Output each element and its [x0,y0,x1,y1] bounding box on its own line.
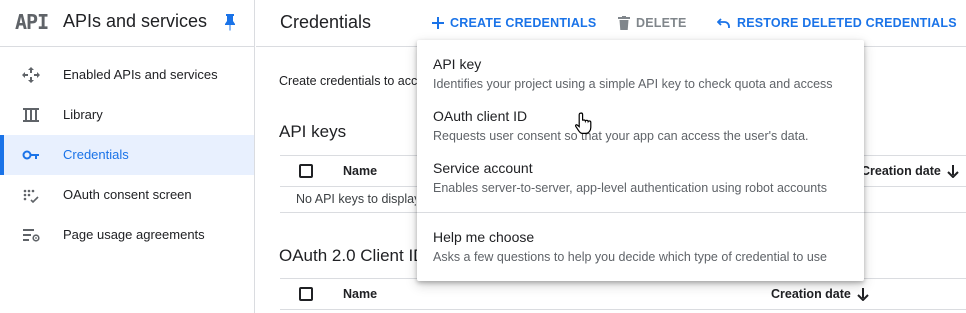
intro-text: Create credentials to access your enable… [279,74,419,88]
enabled-apis-icon [22,67,40,83]
settings-list-icon [23,229,40,242]
oauth-clients-title: OAuth 2.0 Client IDs [279,246,429,265]
library-icon [23,108,39,122]
sidebar-item-library[interactable]: Library [0,95,254,135]
sidebar-divider [0,46,254,47]
arrow-down-icon [947,164,959,178]
sidebar-item-label: Enabled APIs and services [63,67,218,82]
sidebar-title: APIs and services [63,11,208,31]
sidebar-item-oauth-consent[interactable]: OAuth consent screen [0,175,254,215]
api-logo: API [15,10,49,34]
select-all-checkbox[interactable] [299,164,313,178]
sidebar-item-label: Library [63,107,103,122]
sidebar-item-enabled-apis[interactable]: Enabled APIs and services [0,55,254,95]
plus-icon [432,17,444,29]
column-creation-date[interactable]: Creation date [771,287,869,301]
menu-divider [417,212,864,213]
key-icon [22,150,39,160]
menu-item-title: API key [433,56,482,72]
menu-item-oauth-client-id[interactable]: OAuth client ID Requests user consent so… [417,108,864,148]
sidebar-item-page-usage[interactable]: Page usage agreements [0,215,254,255]
empty-message: No API keys to display [296,192,416,206]
column-name: Name [343,287,378,301]
menu-item-title: OAuth client ID [433,108,528,124]
menu-item-help-me-choose[interactable]: Help me choose Asks a few questions to h… [417,229,864,269]
arrow-down-icon [857,287,869,301]
column-creation-date[interactable]: Creation date [861,164,959,178]
oauth-table-header: Name Creation date [280,278,966,310]
menu-item-title: Service account [433,160,533,176]
menu-item-description: Requests user consent so that your app c… [433,129,809,143]
restore-deleted-credentials-button[interactable]: RESTORE DELETED CREDENTIALS [717,14,957,32]
delete-label: DELETE [636,16,687,30]
sidebar-item-label: Page usage agreements [63,227,205,242]
app-root: API APIs and services Enabled APIs and s… [0,0,966,313]
menu-item-description: Asks a few questions to help you decide … [433,250,827,264]
sidebar-item-credentials[interactable]: Credentials [0,135,254,175]
api-keys-title: API keys [279,122,347,141]
sidebar-item-label: Credentials [63,147,129,162]
create-credentials-button[interactable]: CREATE CREDENTIALS [432,14,596,32]
sidebar-item-label: OAuth consent screen [63,187,192,202]
menu-item-title: Help me choose [433,229,535,245]
menu-item-api-key[interactable]: API key Identifies your project using a … [417,56,864,96]
sidebar-header: API APIs and services [0,0,255,46]
pin-icon[interactable] [222,13,238,31]
create-credentials-label: CREATE CREDENTIALS [450,16,597,30]
consent-icon [23,189,39,203]
column-creation-date-label: Creation date [771,287,851,301]
create-credentials-menu: API key Identifies your project using a … [417,40,864,281]
select-all-checkbox[interactable] [299,287,313,301]
column-creation-date-label: Creation date [861,164,941,178]
menu-item-description: Identifies your project using a simple A… [433,77,833,91]
restore-label: RESTORE DELETED CREDENTIALS [737,16,957,30]
menu-item-description: Enables server-to-server, app-level auth… [433,181,827,195]
trash-icon [618,16,630,30]
page-title: Credentials [280,12,372,32]
column-name: Name [343,164,378,178]
sidebar: API APIs and services Enabled APIs and s… [0,0,255,313]
undo-icon [717,18,730,28]
delete-button[interactable]: DELETE [618,14,687,32]
menu-item-service-account[interactable]: Service account Enables server-to-server… [417,160,864,200]
